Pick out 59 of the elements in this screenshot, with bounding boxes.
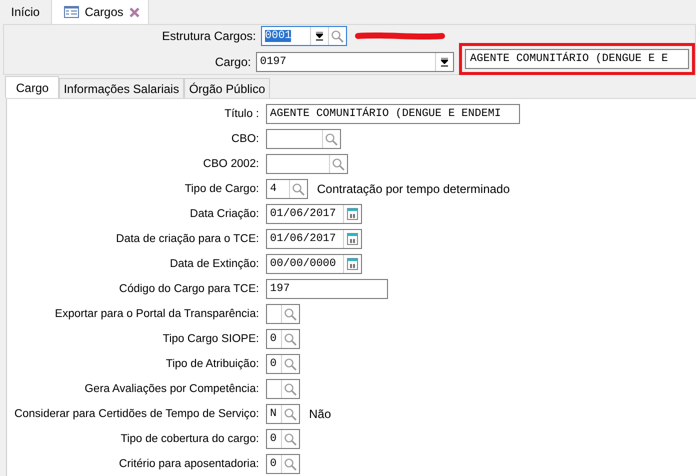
tab[interactable]: Informações Salariais: [58, 78, 184, 98]
calendar-icon[interactable]: [347, 258, 358, 270]
field-description: Não: [309, 407, 332, 421]
lookup-field[interactable]: 0: [266, 454, 300, 474]
search-icon[interactable]: [284, 408, 297, 420]
search-icon[interactable]: [292, 182, 305, 196]
tab[interactable]: Cargo: [5, 76, 59, 98]
field-label: Cargo:: [214, 55, 251, 69]
date-field[interactable]: 01/06/2017: [266, 229, 362, 249]
field-label: Data de Extinção:: [168, 258, 259, 270]
field-label: Data de criação para o TCE:: [115, 233, 259, 245]
search-icon[interactable]: [284, 308, 297, 320]
field-label: Data Criação:: [188, 208, 259, 220]
description-field: AGENTE COMUNITÁRIO (DENGUE E E: [465, 49, 689, 69]
dropdown-icon[interactable]: [441, 58, 448, 66]
search-icon[interactable]: [331, 30, 344, 42]
search-icon[interactable]: [284, 458, 297, 470]
lookup-field[interactable]: 0: [266, 429, 300, 449]
field-label: Tipo Cargo SIOPE:: [162, 333, 259, 345]
field-label: Exportar para o Portal da Transparência:: [54, 308, 259, 320]
search-icon[interactable]: [284, 332, 297, 346]
structure-field[interactable]: 0001: [261, 26, 347, 46]
date-field[interactable]: 00/00/0000: [266, 254, 362, 274]
search-icon[interactable]: [284, 432, 297, 446]
calendar-icon[interactable]: [347, 208, 358, 220]
text-field[interactable]: 197: [266, 279, 388, 299]
lookup-field[interactable]: 4: [266, 179, 308, 199]
lookup-field[interactable]: [266, 379, 300, 399]
dropdown-icon[interactable]: [316, 32, 323, 40]
close-icon[interactable]: [129, 6, 140, 18]
calendar-icon[interactable]: [347, 233, 358, 245]
field-label: Critério para aposentadoria:: [118, 458, 259, 470]
lookup-field[interactable]: N: [266, 404, 300, 424]
field-description: Contratação por tempo determinado: [317, 182, 510, 196]
lookup-field[interactable]: [266, 304, 300, 324]
field-label: Estrutura Cargos:: [160, 29, 256, 43]
tab[interactable]: Cargos: [50, 0, 150, 24]
lookup-field[interactable]: 0: [266, 354, 300, 374]
field-label: Código do Cargo para TCE:: [118, 283, 259, 295]
search-icon[interactable]: [325, 132, 338, 146]
lookup-field[interactable]: [266, 129, 341, 149]
field-label: CBO:: [230, 133, 259, 145]
cargo-field[interactable]: 0197: [256, 52, 454, 72]
search-icon[interactable]: [332, 158, 345, 170]
field-label: Tipo de Cargo:: [184, 183, 259, 195]
date-field[interactable]: 01/06/2017: [266, 204, 362, 224]
lookup-field[interactable]: [266, 154, 348, 174]
field-label: Tipo de Atribuição:: [164, 358, 259, 370]
search-icon[interactable]: [284, 382, 297, 396]
field-label: Título :: [223, 108, 259, 120]
form-icon: [64, 6, 79, 18]
text-field[interactable]: AGENTE COMUNITÁRIO (DENGUE E ENDEMI: [266, 104, 520, 124]
field-label: Considerar para Certidões de Tempo de Serviço:: [13, 408, 259, 420]
search-icon[interactable]: [284, 358, 297, 370]
tab[interactable]: Órgão Público: [184, 78, 270, 98]
field-label: Tipo de cobertura do cargo:: [120, 433, 259, 445]
lookup-field[interactable]: 0: [266, 329, 300, 349]
field-label: CBO 2002:: [202, 158, 259, 170]
field-label: Gera Avaliações por Competência:: [84, 383, 259, 395]
